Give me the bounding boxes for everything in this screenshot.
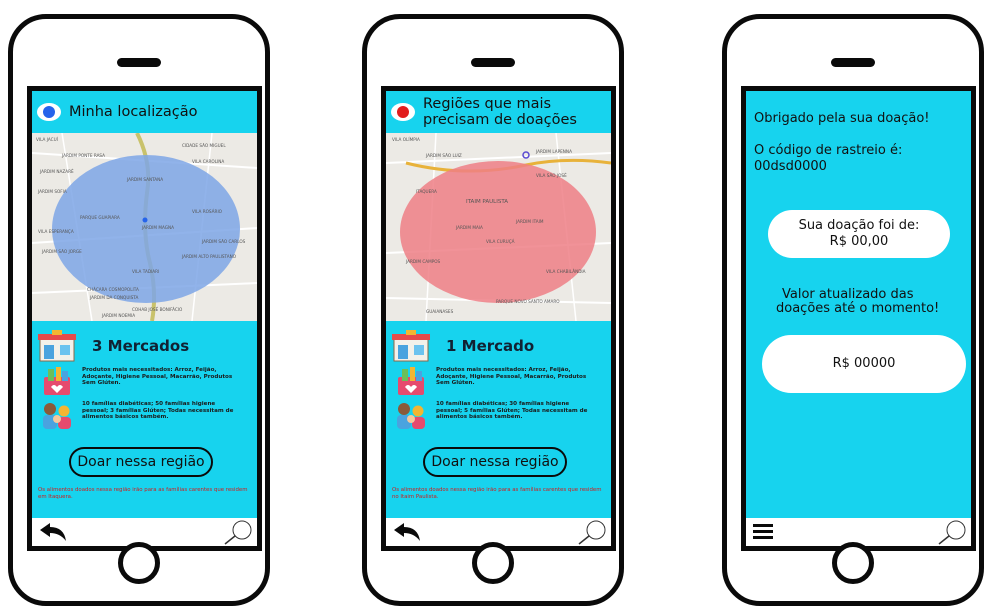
- families-text: 10 famílias diabéticas; 50 famílias higi…: [82, 401, 234, 421]
- map-label: ITAIM PAULISTA: [466, 199, 508, 205]
- screen-my-location: Minha localização VILA JACUÍ CIDADE SÃO …: [27, 86, 262, 551]
- map-label: VILA CHABILÂNDIA: [546, 269, 586, 274]
- supermarket-icon: [38, 330, 76, 362]
- map-label: ITAQUERA: [416, 189, 437, 194]
- family-icon: [397, 403, 425, 429]
- title-line-2: precisam de doações: [423, 112, 577, 128]
- location-pin-icon: [37, 103, 61, 121]
- phone-frame-1: Minha localização VILA JACUÍ CIDADE SÃO …: [8, 14, 270, 606]
- screen-donation-confirmation: Obrigado pela sua doação! O código de ra…: [741, 86, 976, 551]
- donation-amount-card: Sua doação foi de: R$ 00,00: [768, 210, 950, 258]
- map-label: CHÁCARA COSMOPOLITA: [87, 287, 139, 292]
- map-label: JARDIM CAMPOS: [405, 259, 441, 264]
- speaker-slot: [471, 58, 515, 67]
- total-label-line-2: doações até o momento!: [776, 301, 940, 316]
- title-line-1: Regiões que mais: [423, 96, 552, 112]
- map-label: VILA CURUÇÁ: [486, 239, 515, 244]
- families-text: 10 famílias diabéticas; 30 famílias higi…: [436, 401, 588, 421]
- products-text: Produtos mais necessitados: Arroz, Feijã…: [436, 367, 587, 387]
- home-button[interactable]: [472, 542, 514, 584]
- screen-regions-in-need: Regiões que mais precisam de doações VIL…: [381, 86, 616, 551]
- back-arrow-icon[interactable]: [38, 521, 68, 543]
- map-label: JARDIM PONTE RASA: [61, 153, 105, 158]
- map-label: JARDIM NAZARÉ: [39, 169, 74, 174]
- page-title: Regiões que mais precisam de doações: [423, 96, 577, 128]
- donation-note: Os alimentos doados nessa região irão pa…: [38, 487, 248, 500]
- tracking-code-label: O código de rastreio é:: [754, 143, 903, 158]
- map-label: VILA JACUÍ: [36, 137, 59, 142]
- map-label: VILA SÃO JOSÉ: [536, 173, 567, 178]
- search-icon[interactable]: [577, 519, 607, 545]
- grocery-basket-icon: [398, 367, 424, 395]
- products-text: Produtos mais necessitados: Arroz, Feijã…: [82, 367, 233, 387]
- family-icon: [43, 403, 71, 429]
- map-label: PARQUE GUAPIARA: [80, 215, 120, 220]
- markets-row: 3 Mercados: [36, 329, 189, 363]
- map-label: VILA ROSÁRIO: [192, 209, 223, 214]
- map-label: VILA CAROLINA: [192, 159, 224, 164]
- map-labels: VILA JACUÍ CIDADE SÃO MIGUEL JARDIM PONT…: [36, 137, 246, 318]
- alert-pin-icon: [391, 103, 415, 121]
- page-title: Minha localização: [69, 104, 198, 120]
- map-label: VILA ESPERANÇA: [38, 229, 74, 234]
- map-label: COHAB JOSÉ BONIFÁCIO: [132, 307, 183, 312]
- map-label: JARDIM ALTO PAULISTANO: [181, 254, 237, 259]
- families-row: 10 famílias diabéticas; 30 famílias higi…: [394, 401, 588, 431]
- phone-frame-2: Regiões que mais precisam de doações VIL…: [362, 14, 624, 606]
- map-label: PARQUE NOVO SANTO AMARO: [496, 299, 560, 304]
- donate-region-button[interactable]: Doar nessa região: [423, 447, 567, 477]
- total-label-line-1: Valor atualizado das: [782, 287, 914, 302]
- map-label: JARDIM DA CONQUISTA: [89, 295, 139, 300]
- header-bar: Minha localização: [32, 91, 257, 133]
- map-label: JARDIM MAGNA: [141, 225, 174, 230]
- map-label: CIDADE SÃO MIGUEL: [182, 143, 226, 148]
- supermarket-icon: [392, 330, 430, 362]
- speaker-slot: [117, 58, 161, 67]
- products-row: Produtos mais necessitados: Arroz, Feijã…: [40, 367, 234, 397]
- header-bar: Regiões que mais precisam de doações: [386, 91, 611, 133]
- markets-row: 1 Mercado: [390, 329, 534, 363]
- map-label: VILA TADIARI: [132, 269, 159, 274]
- map-label: VILA OLÍMPIA: [392, 137, 420, 142]
- map-label: JARDIM MAIA: [455, 225, 483, 230]
- map-label: JARDIM ITAIM: [515, 219, 544, 224]
- menu-icon[interactable]: [753, 523, 775, 541]
- products-row: Produtos mais necessitados: Arroz, Feijã…: [394, 367, 588, 397]
- total-donations-card: R$ 00000: [762, 335, 966, 393]
- phone-frame-3: Obrigado pela sua doação! O código de ra…: [722, 14, 984, 606]
- families-row: 10 famílias diabéticas; 50 famílias higi…: [40, 401, 234, 431]
- search-icon[interactable]: [937, 519, 967, 545]
- map-label: JARDIM NOEMIA: [101, 313, 135, 318]
- map-labels: VILA OLÍMPIA ITAIM PAULISTA JARDIM SÃO L…: [392, 137, 586, 314]
- map-label: JARDIM SÃO LUIZ: [425, 153, 462, 158]
- donation-amount-label: Sua doação foi de:: [798, 218, 920, 233]
- map-label: JARDIM SÃO CARLOS: [201, 239, 246, 244]
- thanks-message: Obrigado pela sua doação!: [754, 111, 930, 126]
- grocery-basket-icon: [44, 367, 70, 395]
- back-arrow-icon[interactable]: [392, 521, 422, 543]
- donation-amount-value: R$ 00,00: [829, 234, 889, 249]
- markets-count: 3 Mercados: [92, 337, 190, 355]
- speaker-slot: [831, 58, 875, 67]
- total-donations-value: R$ 00000: [832, 356, 896, 371]
- donate-region-button[interactable]: Doar nessa região: [69, 447, 213, 477]
- home-button[interactable]: [118, 542, 160, 584]
- tracking-code-value: 00dsd0000: [754, 159, 827, 174]
- donation-note: Os alimentos doados nessa região irão pa…: [392, 487, 602, 500]
- home-button[interactable]: [832, 542, 874, 584]
- map-label: JARDIM SÃO JORGE: [41, 249, 82, 254]
- search-icon[interactable]: [223, 519, 253, 545]
- map-label: GUAIANASES: [426, 309, 454, 314]
- map-label: JARDIM SOFIA: [37, 189, 67, 194]
- map-view[interactable]: VILA JACUÍ CIDADE SÃO MIGUEL JARDIM PONT…: [32, 133, 257, 321]
- map-label: JARDIM LAPENNA: [535, 149, 572, 154]
- map-view[interactable]: VILA OLÍMPIA ITAIM PAULISTA JARDIM SÃO L…: [386, 133, 611, 321]
- map-label: JARDIM SANTANA: [126, 177, 163, 182]
- markets-count: 1 Mercado: [446, 337, 535, 355]
